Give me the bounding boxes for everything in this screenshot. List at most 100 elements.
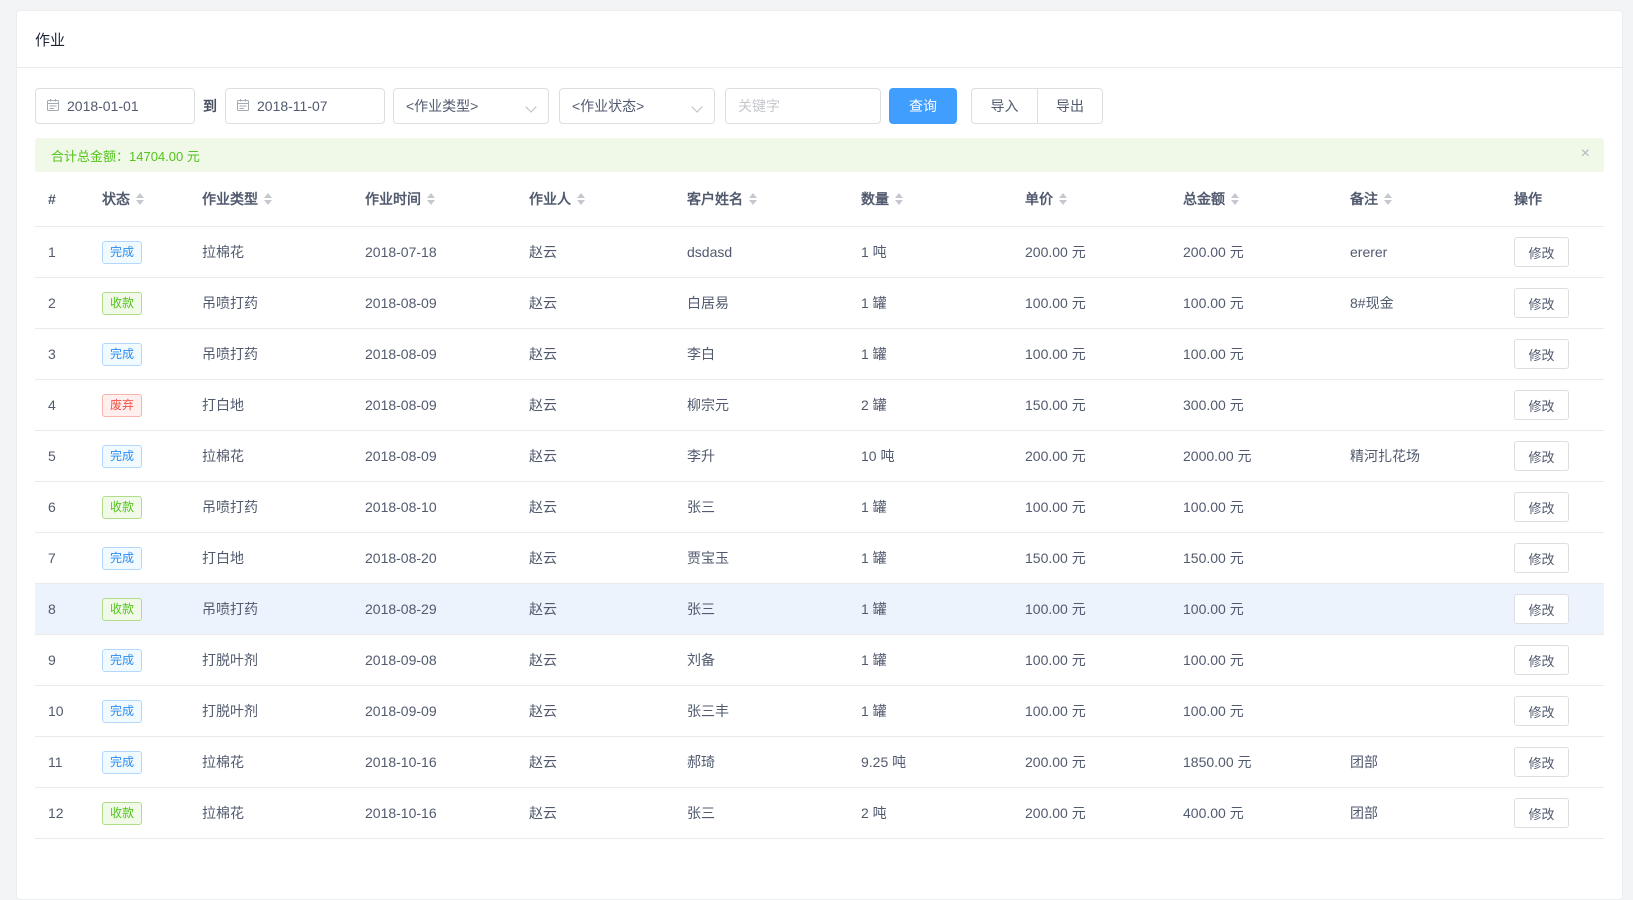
chevron-down-icon (691, 101, 702, 112)
status-badge: 完成 (102, 649, 142, 672)
table-row: 5完成拉棉花2018-08-09赵云李升10 吨200.00 元2000.00 … (35, 431, 1604, 482)
edit-button[interactable]: 修改 (1514, 594, 1569, 624)
quantity-cell: 1 罐 (848, 344, 1012, 364)
remark-cell: 精河扎花场 (1337, 446, 1501, 466)
sort-caret-icon[interactable] (1059, 193, 1067, 205)
sort-caret-icon[interactable] (136, 193, 144, 205)
action-cell: 修改 (1501, 747, 1604, 777)
total-amount-alert: 合计总金额：14704.00 元 × (35, 138, 1604, 172)
column-header-label: 单价 (1025, 189, 1053, 209)
table-row: 10完成打脱叶剂2018-09-09赵云张三丰1 罐100.00 元100.00… (35, 686, 1604, 737)
column-header[interactable]: 状态 (89, 189, 189, 209)
customer-cell: 郝琦 (674, 752, 848, 772)
worker-cell: 赵云 (516, 650, 674, 670)
search-button[interactable]: 查询 (889, 88, 957, 124)
unit_price-cell: 100.00 元 (1012, 293, 1170, 313)
import-button[interactable]: 导入 (971, 88, 1037, 124)
status-cell: 废弃 (89, 394, 189, 417)
column-header-label: 作业类型 (202, 189, 258, 209)
action-cell: 修改 (1501, 645, 1604, 675)
edit-button[interactable]: 修改 (1514, 237, 1569, 267)
total-cell: 300.00 元 (1170, 395, 1337, 415)
column-header-label: 状态 (102, 189, 130, 209)
status-badge: 完成 (102, 445, 142, 468)
status-cell: 收款 (89, 292, 189, 315)
quantity-cell: 1 罐 (848, 650, 1012, 670)
calendar-icon (236, 98, 250, 115)
date-to-value: 2018-11-07 (257, 98, 328, 114)
sort-caret-icon[interactable] (1231, 193, 1239, 205)
type-cell: 吊喷打药 (189, 293, 352, 313)
column-header[interactable]: 数量 (848, 189, 1012, 209)
quantity-cell: 1 罐 (848, 548, 1012, 568)
edit-button[interactable]: 修改 (1514, 696, 1569, 726)
sort-caret-icon[interactable] (895, 193, 903, 205)
index-cell: 8 (35, 601, 89, 617)
index-cell: 2 (35, 295, 89, 311)
worker-cell: 赵云 (516, 752, 674, 772)
total-cell: 1850.00 元 (1170, 752, 1337, 772)
date-from-input[interactable]: 2018-01-01 (35, 88, 195, 124)
type-cell: 吊喷打药 (189, 599, 352, 619)
sort-caret-icon[interactable] (427, 193, 435, 205)
column-header-label: 操作 (1514, 189, 1542, 209)
unit_price-cell: 150.00 元 (1012, 395, 1170, 415)
table-header: #状态作业类型作业时间作业人客户姓名数量单价总金额备注操作 (35, 172, 1604, 227)
column-header-label: 客户姓名 (687, 189, 743, 209)
edit-button[interactable]: 修改 (1514, 747, 1569, 777)
column-header[interactable]: 作业类型 (189, 189, 352, 209)
edit-button[interactable]: 修改 (1514, 492, 1569, 522)
column-header[interactable]: 作业时间 (352, 189, 516, 209)
customer-cell: 刘备 (674, 650, 848, 670)
keyword-input[interactable] (725, 88, 881, 124)
edit-button[interactable]: 修改 (1514, 288, 1569, 318)
unit_price-cell: 100.00 元 (1012, 650, 1170, 670)
column-header[interactable]: 客户姓名 (674, 189, 848, 209)
edit-button[interactable]: 修改 (1514, 543, 1569, 573)
sort-caret-icon[interactable] (1384, 193, 1392, 205)
column-header[interactable]: 总金额 (1170, 189, 1337, 209)
edit-button[interactable]: 修改 (1514, 798, 1569, 828)
type-cell: 拉棉花 (189, 446, 352, 466)
filter-bar: 2018-01-01 到 2018-11-07 <作业类型> <作业状态> (17, 68, 1622, 124)
customer-cell: 张三丰 (674, 701, 848, 721)
type-cell: 拉棉花 (189, 242, 352, 262)
sort-caret-icon[interactable] (577, 193, 585, 205)
status-badge: 完成 (102, 343, 142, 366)
column-header[interactable]: 单价 (1012, 189, 1170, 209)
time-cell: 2018-09-09 (352, 703, 516, 719)
time-cell: 2018-08-09 (352, 295, 516, 311)
total-cell: 2000.00 元 (1170, 446, 1337, 466)
unit_price-cell: 150.00 元 (1012, 548, 1170, 568)
type-cell: 打白地 (189, 548, 352, 568)
sort-caret-icon[interactable] (749, 193, 757, 205)
worker-cell: 赵云 (516, 344, 674, 364)
edit-button[interactable]: 修改 (1514, 339, 1569, 369)
edit-button[interactable]: 修改 (1514, 441, 1569, 471)
export-button[interactable]: 导出 (1037, 88, 1103, 124)
total-cell: 100.00 元 (1170, 599, 1337, 619)
quantity-cell: 1 罐 (848, 293, 1012, 313)
type-cell: 打白地 (189, 395, 352, 415)
unit_price-cell: 200.00 元 (1012, 446, 1170, 466)
quantity-cell: 1 吨 (848, 242, 1012, 262)
column-header[interactable]: 备注 (1337, 189, 1501, 209)
edit-button[interactable]: 修改 (1514, 390, 1569, 420)
date-to-input[interactable]: 2018-11-07 (225, 88, 385, 124)
worker-cell: 赵云 (516, 548, 674, 568)
status-badge: 收款 (102, 598, 142, 621)
customer-cell: 张三 (674, 803, 848, 823)
quantity-cell: 2 罐 (848, 395, 1012, 415)
calendar-icon (46, 98, 60, 115)
remark-cell: ererer (1337, 244, 1501, 260)
status-cell: 完成 (89, 241, 189, 264)
column-header[interactable]: 作业人 (516, 189, 674, 209)
total-cell: 200.00 元 (1170, 242, 1337, 262)
close-icon[interactable]: × (1581, 145, 1590, 163)
job-type-select[interactable]: <作业类型> (393, 88, 549, 124)
index-cell: 3 (35, 346, 89, 362)
sort-caret-icon[interactable] (264, 193, 272, 205)
status-badge: 完成 (102, 241, 142, 264)
job-status-select[interactable]: <作业状态> (559, 88, 715, 124)
edit-button[interactable]: 修改 (1514, 645, 1569, 675)
